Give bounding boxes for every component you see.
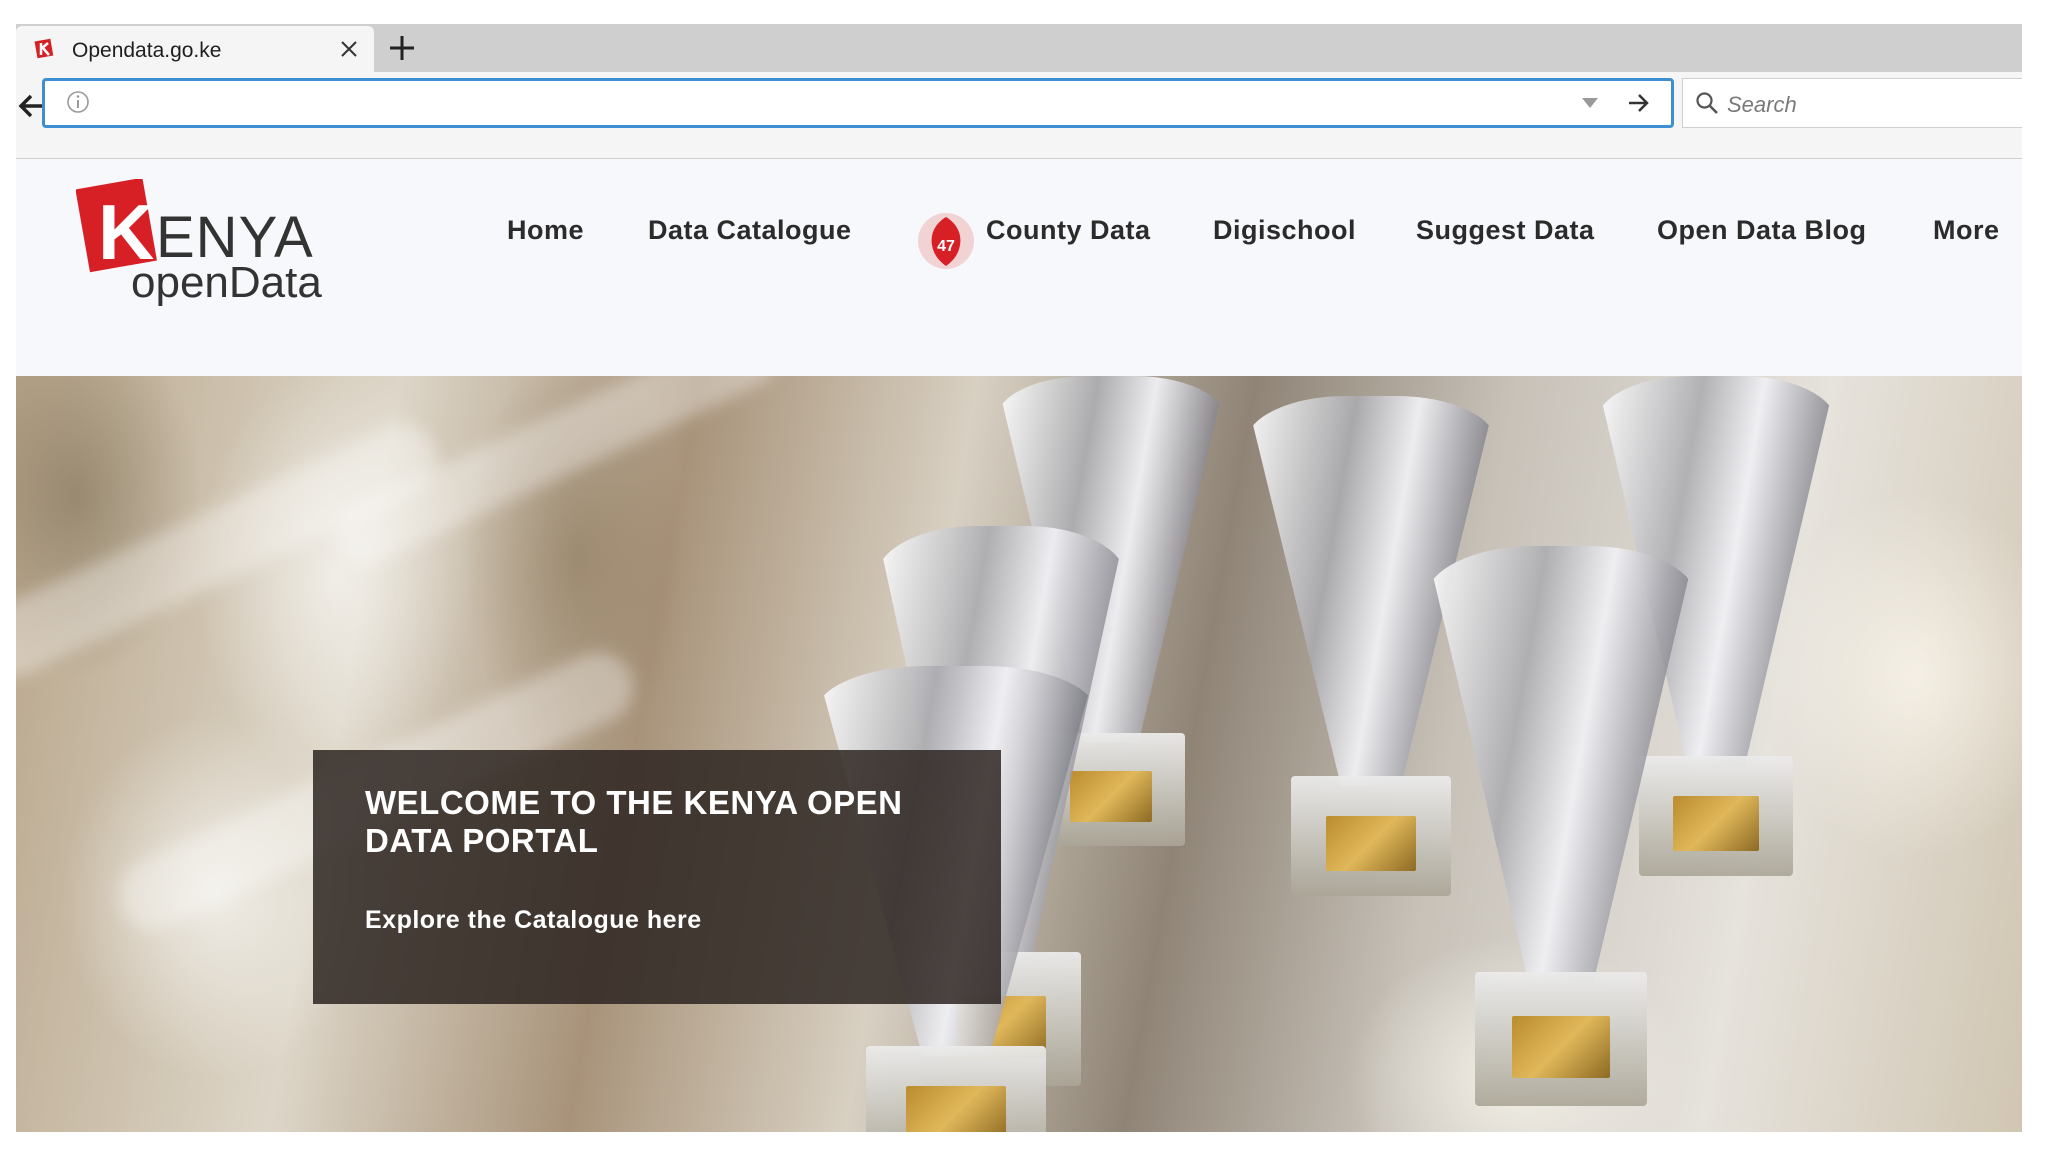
address-bar[interactable] [42,78,1674,128]
navigation-bar: Search [16,72,2022,159]
nav-more[interactable]: More [1933,215,2000,246]
info-icon[interactable] [65,89,91,115]
tab-title: Opendata.go.ke [72,39,222,62]
go-arrow-icon[interactable] [1625,89,1653,117]
nav-data-catalogue[interactable]: Data Catalogue [648,215,852,246]
new-tab-icon[interactable] [384,30,420,66]
search-placeholder: Search [1727,92,1797,117]
nav-digischool[interactable]: Digischool [1213,215,1356,246]
kenya-opendata-logo[interactable]: K ENYA openData [76,179,356,309]
browser-tab[interactable]: Opendata.go.ke [16,26,374,72]
nav-county-data[interactable]: County Data [986,215,1151,246]
site-header: K ENYA openData Home Data Catalogue 47 C… [16,159,2022,399]
tab-strip: Opendata.go.ke [16,24,2022,72]
browser-search-input[interactable]: Search [1682,78,2022,128]
explore-catalogue-link[interactable]: Explore the Catalogue here [365,906,702,935]
url-text[interactable] [105,91,1505,117]
browser-window: Opendata.go.ke Search K ENYA openData Ho… [16,24,2022,1132]
nav-home[interactable]: Home [507,215,584,246]
welcome-panel: WELCOME TO THE KENYA OPEN DATA PORTAL Ex… [313,750,1001,1004]
trophy-image [1426,546,1696,1106]
site-favicon-icon [34,38,54,59]
dropdown-arrow-icon[interactable] [1579,93,1601,113]
county-badge-number: 47 [937,238,955,255]
nav-suggest-data[interactable]: Suggest Data [1416,215,1595,246]
nav-open-data-blog[interactable]: Open Data Blog [1657,215,1867,246]
county-shield-icon: 47 [918,213,974,269]
search-icon [1696,92,1718,114]
svg-text:openData: openData [131,258,322,307]
close-tab-icon[interactable] [334,34,364,64]
hero-banner: WELCOME TO THE KENYA OPEN DATA PORTAL Ex… [16,376,2022,1132]
welcome-heading: WELCOME TO THE KENYA OPEN DATA PORTAL [365,784,903,859]
